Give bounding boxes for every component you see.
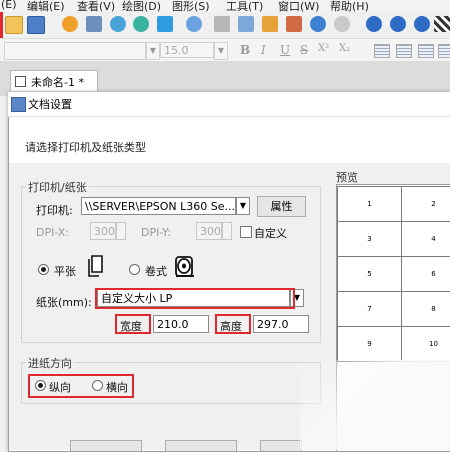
dpi-y-input[interactable]: 300 [196,222,222,240]
dpi-x-spinner[interactable] [116,222,126,240]
preview-cell-3: 3 [337,221,402,257]
paper-label: 纸张(mm): [36,296,92,309]
dpi-x-label: DPI-X: [36,226,70,239]
menu-item-first[interactable]: (E) [1,0,17,11]
dpi-y-label: DPI-Y: [141,226,171,239]
preview-cell-5: 5 [337,256,402,292]
font-name-combo[interactable] [4,42,146,60]
dpi-y-spinner[interactable] [222,222,232,240]
globe-icon[interactable] [186,16,202,32]
justify-icon[interactable] [438,44,450,58]
underline-button[interactable]: U [280,43,290,57]
preview-label: 预览 [336,171,358,184]
redo-icon[interactable] [334,16,350,32]
red-edge-marker [0,12,3,38]
dialog-button-1[interactable] [70,440,142,451]
dialog-app-icon [11,97,26,112]
custom-dpi-label: 自定义 [254,227,287,240]
main-toolbar [0,12,450,39]
width-input[interactable]: 210.0 [153,315,209,333]
align-center-icon[interactable] [396,44,412,58]
align-left-icon[interactable] [374,44,390,58]
document-window-icon [15,76,26,87]
cut-icon[interactable] [214,16,230,32]
printer-label: 打印机: [36,204,73,217]
dpi-x-input[interactable]: 300 [90,222,116,240]
format-toolbar: ▼ 15.0 ▼ B I U S X² X₂ [0,39,450,62]
dialog-button-3[interactable] [260,440,302,451]
printer-paper-legend: 打印机/纸张 [26,179,89,195]
roll-radio[interactable] [129,264,140,275]
subscript-button[interactable]: X₂ [339,43,350,54]
dialog-heading: 请选择打印机及纸张类型 [25,141,146,154]
save-icon[interactable] [27,16,45,34]
page-setup-icon[interactable] [62,16,78,32]
preview-cell-7: 7 [337,291,402,327]
width-label-highlight [115,314,151,334]
superscript-button[interactable]: X² [318,43,329,54]
feed-direction-legend: 进纸方向 [26,355,74,371]
undo-icon[interactable] [310,16,326,32]
height-input[interactable]: 297.0 [253,315,309,333]
database-icon[interactable] [133,16,149,32]
font-size-dropdown-icon[interactable]: ▼ [214,42,228,60]
sheet-radio[interactable] [38,264,49,275]
copy-icon[interactable] [238,16,254,32]
grid-icon[interactable] [434,16,450,32]
document-tab-title: 未命名-1 * [31,76,84,89]
landscape-label: 横向 [106,381,128,394]
printer-dropdown-icon[interactable]: ▼ [236,197,250,215]
paper-size-highlight [95,288,295,309]
font-name-dropdown-icon[interactable]: ▼ [146,42,160,60]
zoom-out-icon[interactable] [390,16,406,32]
preview-cell-2: 2 [401,186,450,222]
preview-cell-4: 4 [401,221,450,257]
italic-button[interactable]: I [261,43,266,57]
landscape-radio[interactable] [92,380,103,391]
preview-cell-10: 10 [401,326,450,362]
properties-button[interactable]: 属性 [257,196,306,217]
preview-cell-6: 6 [401,256,450,292]
custom-dpi-checkbox[interactable] [240,226,252,238]
font-size-combo[interactable]: 15.0 [160,42,214,58]
roll-radio-label: 卷式 [145,265,167,278]
roll-paper-icon [172,255,198,280]
open-folder-icon[interactable] [5,16,23,34]
printer-select[interactable]: \\SERVER\EPSON L360 Se... [81,197,236,215]
strikethrough-button[interactable]: S [300,43,308,57]
dialog-button-2[interactable] [165,440,237,451]
paste-icon[interactable] [262,16,278,32]
height-label-highlight [215,314,251,334]
print-preview-icon[interactable] [110,16,126,32]
preview-cell-8: 8 [401,291,450,327]
document-tab[interactable]: 未命名-1 * [10,70,98,91]
portrait-radio[interactable] [35,380,46,391]
watermark-fade [300,360,450,450]
delete-icon[interactable] [286,16,302,32]
zoom-in-icon[interactable] [366,16,382,32]
align-right-icon[interactable] [418,44,434,58]
preview-cell-9: 9 [337,326,402,362]
barcode-settings-icon[interactable] [157,16,173,32]
preview-cell-1: 1 [337,186,402,222]
portrait-label: 纵向 [49,381,71,394]
print-icon[interactable] [86,16,102,32]
zoom-fit-icon[interactable] [414,16,430,32]
dialog-title-bar: 文档设置 [8,92,450,117]
sheet-paper-icon [88,255,103,277]
dialog-title: 文档设置 [28,98,72,111]
bold-button[interactable]: B [240,43,250,57]
sheet-radio-label: 平张 [54,265,76,278]
